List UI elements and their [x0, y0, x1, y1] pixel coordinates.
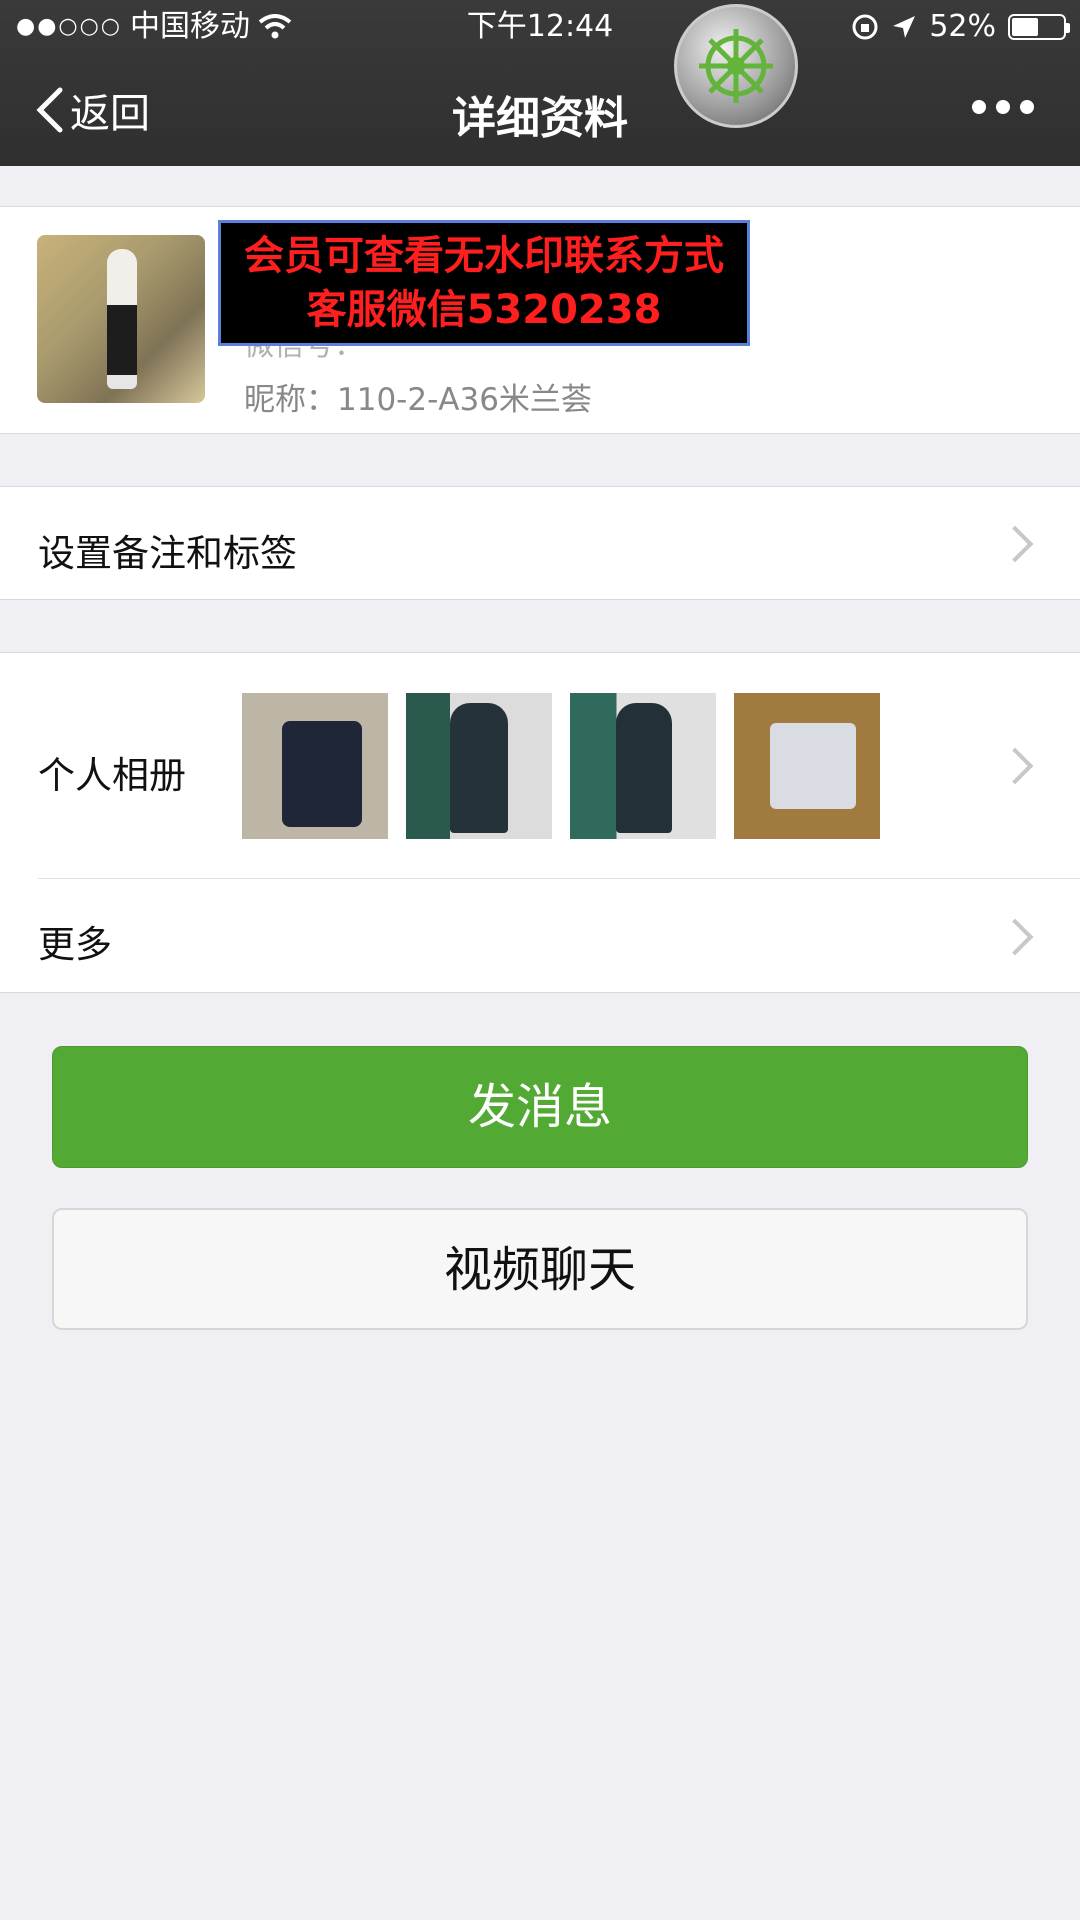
- helm-logo-icon: [674, 4, 798, 128]
- more-dot-icon: [972, 100, 986, 114]
- top-header: ●●○○○ 中国移动 下午12:44 52% 返回 详细资料: [0, 0, 1080, 166]
- watermark-line1: 会员可查看无水印联系方式: [244, 233, 724, 279]
- more-dot-icon: [1020, 100, 1034, 114]
- set-remark-and-tags-row[interactable]: 设置备注和标签: [0, 486, 1080, 600]
- chevron-right-icon: [996, 525, 1034, 563]
- orientation-lock-icon: [852, 14, 878, 40]
- battery-icon: [1008, 14, 1070, 40]
- personal-album-row[interactable]: 个人相册: [0, 652, 1080, 879]
- page-title: 详细资料: [452, 93, 628, 144]
- battery-percent: 52%: [929, 9, 996, 44]
- navigation-bar: 返回 详细资料: [0, 54, 1080, 166]
- watermark-line2: 客服微信5320238: [306, 287, 662, 333]
- more-dot-icon: [996, 100, 1010, 114]
- send-message-button[interactable]: 发消息: [52, 1046, 1028, 1168]
- album-thumbnail[interactable]: [570, 693, 716, 839]
- divider: [38, 878, 1080, 879]
- chevron-right-icon: [996, 747, 1034, 785]
- album-thumbnail[interactable]: [406, 693, 552, 839]
- video-chat-button[interactable]: 视频聊天: [52, 1208, 1028, 1330]
- location-arrow-icon: [893, 16, 916, 38]
- nickname: 昵称：110-2-A36米兰荟: [244, 382, 592, 418]
- watermark-overlay: 会员可查看无水印联系方式 客服微信5320238: [218, 220, 750, 346]
- album-thumbnail[interactable]: [734, 693, 880, 839]
- more-row[interactable]: 更多: [0, 878, 1080, 993]
- album-label: 个人相册: [38, 754, 186, 797]
- status-bar: ●●○○○ 中国移动 下午12:44 52%: [0, 0, 1080, 54]
- more-label: 更多: [38, 923, 112, 966]
- album-thumbnails: [242, 693, 880, 839]
- album-thumbnail[interactable]: [242, 693, 388, 839]
- more-options-button[interactable]: [972, 100, 1034, 114]
- avatar[interactable]: [37, 235, 205, 403]
- chevron-right-icon: [996, 918, 1034, 956]
- remark-label: 设置备注和标签: [38, 532, 297, 575]
